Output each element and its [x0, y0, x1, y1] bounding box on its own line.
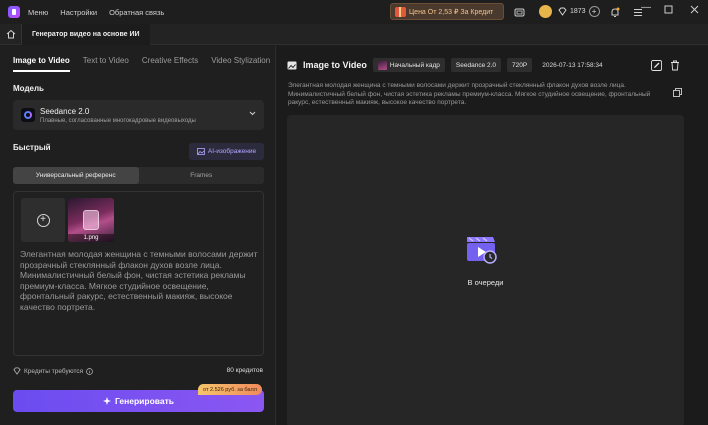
info-icon[interactable] — [86, 367, 93, 375]
promo-label: Цена От 2,53 ₽ За Кредит — [409, 8, 494, 16]
quick-section-title: Быстрый — [13, 143, 51, 152]
minimize-icon[interactable]: — — [641, 2, 651, 13]
add-credits-icon[interactable]: + — [588, 6, 600, 17]
image-filename: 1.png — [68, 234, 114, 242]
mode-tabs: Image to Video Text to Video Creative Ef… — [13, 56, 270, 72]
credits-required-label: Кредиты требуются — [24, 367, 84, 375]
prompt-text[interactable]: Элегантная молодая женщина с темными вол… — [20, 249, 258, 312]
start-frame-label: Начальный кадр — [389, 61, 440, 69]
tab-creative-effects[interactable]: Creative Effects — [142, 56, 198, 72]
tab-ai-video-generator[interactable]: Генератор видео на основе ИИ — [22, 23, 150, 45]
prompt-editor[interactable]: + 1.png Элегантная молодая женщина с тем… — [13, 191, 264, 356]
credits-required: Кредиты требуются — [13, 367, 93, 375]
title-bar: Меню Настройки Обратная связь Цена От 2,… — [0, 0, 708, 24]
trash-icon — [671, 60, 679, 70]
copy-icon[interactable] — [673, 88, 682, 99]
start-frame-thumbnail — [377, 60, 387, 70]
promo-button[interactable]: Цена От 2,53 ₽ За Кредит — [390, 3, 504, 20]
edit-button[interactable] — [649, 58, 663, 72]
tab-text-to-video[interactable]: Text to Video — [83, 56, 129, 72]
tab-image-to-video[interactable]: Image to Video — [13, 56, 70, 72]
diamond-icon — [13, 367, 21, 375]
gift-icon — [395, 6, 406, 17]
resolution-tag: 720P — [507, 58, 533, 72]
model-dropdown[interactable]: Seedance 2.0 Плавные, согласованные мног… — [13, 100, 264, 130]
model-section-title: Модель — [13, 84, 44, 93]
diamond-icon — [558, 7, 567, 16]
toolbox-icon[interactable] — [513, 6, 525, 18]
menu-item-menu[interactable]: Меню — [28, 8, 48, 17]
credits-required-amount: 80 кредитов — [226, 367, 263, 374]
tab-video-stylization[interactable]: Video Stylization — [211, 56, 270, 72]
plus-icon: + — [36, 213, 50, 227]
delete-button[interactable] — [668, 58, 682, 72]
menu-item-settings[interactable]: Настройки — [60, 8, 97, 17]
sparkle-icon — [102, 397, 111, 405]
menu-item-feedback[interactable]: Обратная связь — [109, 8, 164, 17]
upload-image-button[interactable]: + — [21, 198, 65, 242]
home-button[interactable] — [0, 23, 22, 45]
video-queue-icon — [463, 233, 499, 267]
credits-count: 1873 — [570, 8, 586, 15]
video-preview-area: В очереди — [287, 115, 684, 425]
close-icon[interactable] — [690, 5, 699, 17]
result-panel: Image to Video Начальный кадр Seedance 2… — [277, 46, 708, 425]
price-badge: от 2.526 руб. за балл — [198, 384, 262, 395]
left-panel: Image to Video Text to Video Creative Ef… — [0, 46, 276, 425]
timestamp: 2026-07-13 17:58:34 — [542, 61, 603, 69]
ai-image-label: AI-изображение — [207, 148, 257, 155]
ai-image-button[interactable]: AI-изображение — [189, 143, 264, 160]
notification-bell-icon[interactable] — [609, 6, 621, 18]
model-description: Плавные, согласованные многокадровые вид… — [40, 117, 196, 124]
home-icon — [6, 29, 15, 39]
tab-bar: Генератор видео на основе ИИ — [0, 23, 708, 45]
segment-frames[interactable]: Frames — [139, 167, 265, 184]
reference-mode-toggle: Универсальный референс Frames — [13, 167, 264, 184]
generate-label: Генерировать — [114, 396, 174, 406]
image-icon — [287, 61, 297, 69]
credits-balance[interactable]: 1873 + — [558, 4, 600, 19]
main-menu: Меню Настройки Обратная связь — [28, 8, 164, 17]
uploaded-image-thumbnail[interactable]: 1.png — [68, 198, 114, 242]
result-title: Image to Video — [303, 60, 367, 70]
chevron-down-icon — [249, 109, 256, 118]
result-prompt-text: Элегантная молодая женщина с темными вол… — [288, 82, 651, 106]
app-logo-icon — [8, 6, 20, 18]
image-icon — [196, 148, 205, 155]
seedance-logo-icon — [21, 108, 35, 122]
result-header: Image to Video Начальный кадр Seedance 2… — [287, 58, 603, 72]
maximize-icon[interactable] — [664, 5, 673, 17]
segment-universal-reference[interactable]: Универсальный референс — [13, 167, 139, 184]
start-frame-tag: Начальный кадр — [372, 58, 445, 72]
coin-icon[interactable] — [539, 5, 552, 18]
model-tag: Seedance 2.0 — [450, 58, 502, 72]
queue-status: В очереди — [467, 278, 504, 287]
perfume-image — [83, 210, 99, 230]
edit-icon — [650, 59, 662, 71]
model-name: Seedance 2.0 — [40, 106, 90, 116]
